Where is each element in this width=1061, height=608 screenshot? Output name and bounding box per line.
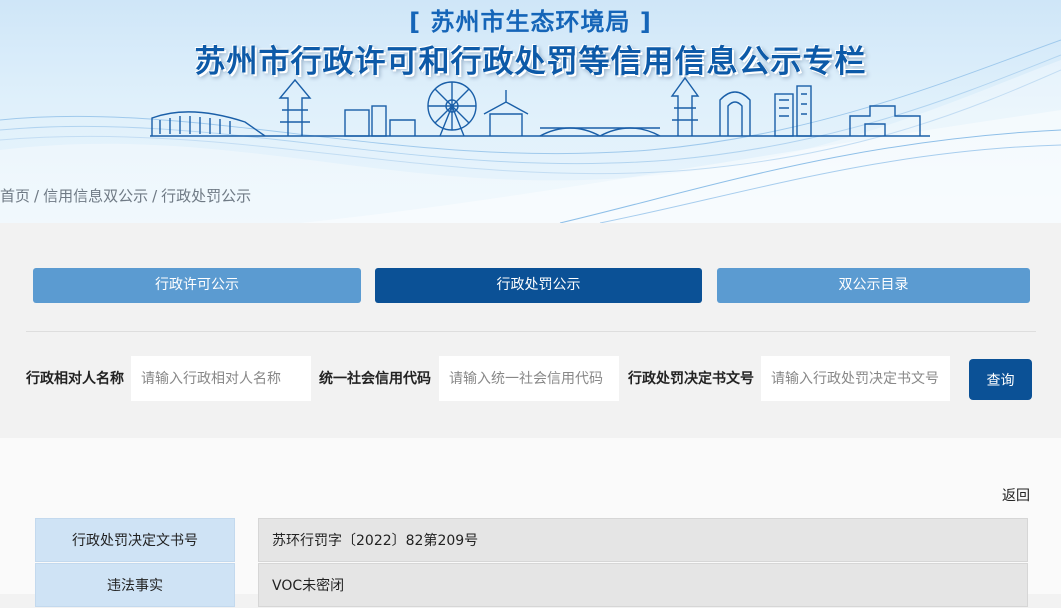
decision-number-label: 行政处罚决定书文号 [628,371,754,387]
tab-disclosure-catalog[interactable]: 双公示目录 [717,268,1030,303]
tab-admin-penalty[interactable]: 行政处罚公示 [375,268,702,303]
agency-name: [ 苏州市生态环境局 ] [409,8,652,36]
counterpart-name-label: 行政相对人名称 [26,371,124,387]
credit-code-label: 统一社会信用代码 [319,371,431,387]
city-skyline-illustration [150,76,930,137]
breadcrumb-home[interactable]: 首页 [0,187,30,205]
header-banner: [ 苏州市生态环境局 ] 苏州市行政许可和行政处罚等信用信息公示专栏 首页 / … [0,0,1061,223]
decision-number-input[interactable] [761,356,950,401]
query-button[interactable]: 查询 [969,359,1032,400]
counterpart-name-input[interactable] [131,356,311,401]
back-link[interactable]: 返回 [1002,485,1030,505]
table-row: 行政处罚决定文书号 苏环行罚字〔2022〕82第209号 [0,518,1061,562]
breadcrumb-separator: / [34,187,40,205]
tab-admin-permit[interactable]: 行政许可公示 [33,268,361,303]
detail-value-cell: VOC未密闭 [258,563,1028,607]
breadcrumb: 首页 / 信用信息双公示 / 行政处罚公示 [0,185,251,206]
section-divider [26,331,1036,332]
breadcrumb-credit-disclosure[interactable]: 信用信息双公示 [43,187,148,205]
breadcrumb-separator: / [152,187,158,205]
credit-code-input[interactable] [439,356,619,401]
detail-value-cell: 苏环行罚字〔2022〕82第209号 [258,518,1028,562]
detail-key-cell: 违法事实 [35,563,235,607]
breadcrumb-current: 行政处罚公示 [161,187,252,205]
table-row: 违法事实 VOC未密闭 [0,563,1061,607]
detail-section: 返回 行政处罚决定文书号 苏环行罚字〔2022〕82第209号 违法事实 VOC… [0,438,1061,607]
detail-key-cell: 行政处罚决定文书号 [35,518,235,562]
page-title: 苏州市行政许可和行政处罚等信用信息公示专栏 [194,44,867,80]
